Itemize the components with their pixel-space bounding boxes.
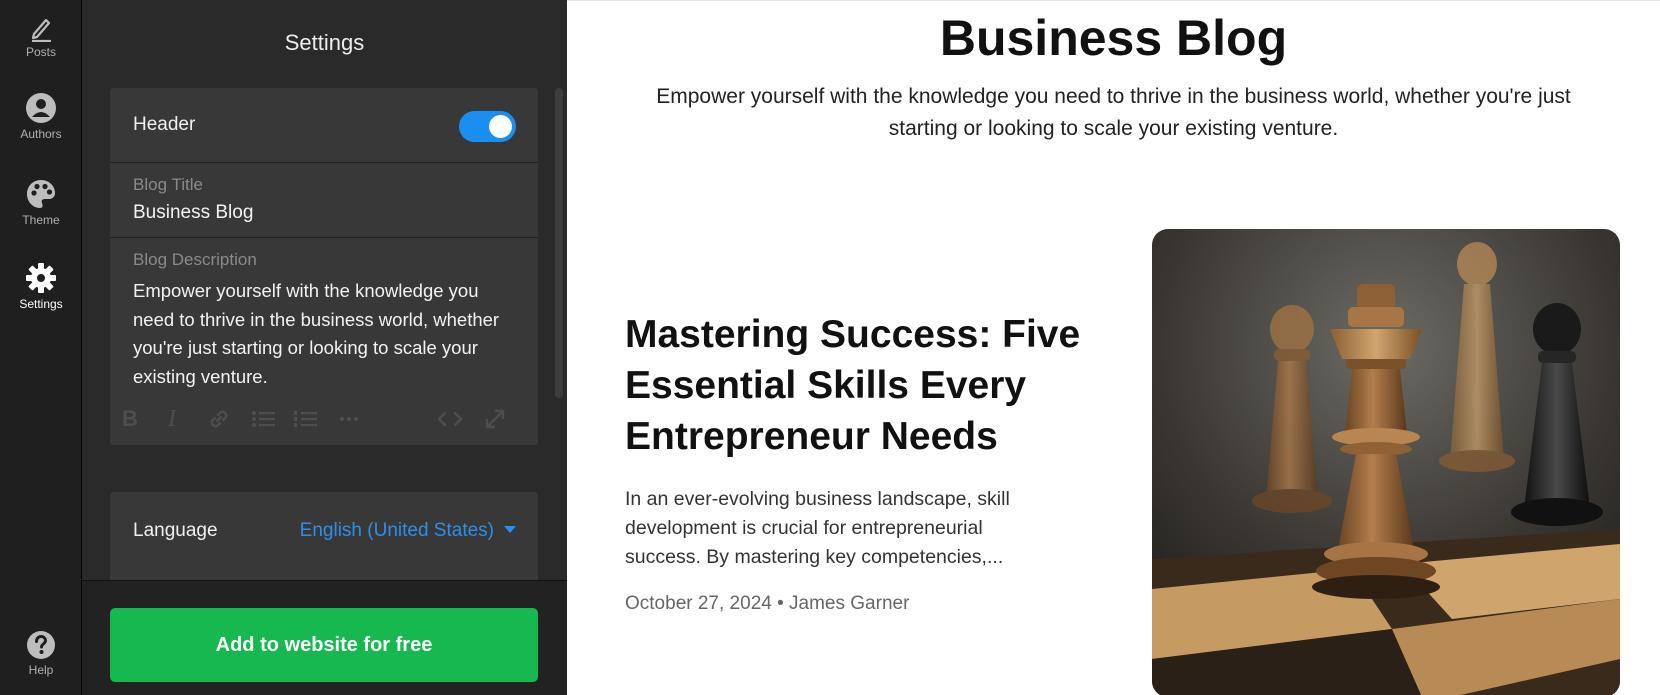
blog-description-field[interactable]: Blog Description Empower yourself with t… <box>110 238 538 445</box>
italic-icon[interactable]: I <box>168 404 176 434</box>
header-label: Header <box>133 114 196 135</box>
more-icon[interactable] <box>334 404 364 443</box>
blog-title-input[interactable]: Business Blog <box>133 202 253 224</box>
code-icon[interactable] <box>434 404 466 443</box>
sidebar-item-label: Settings <box>19 297 63 311</box>
sidebar-item-theme[interactable]: Theme <box>0 178 82 227</box>
sidebar-item-help[interactable]: Help <box>0 630 82 677</box>
post-excerpt: In an ever-evolving business landscape, … <box>625 488 1010 568</box>
language-select[interactable]: English (United States) <box>300 520 516 542</box>
sidebar-item-authors[interactable]: Authors <box>0 92 82 141</box>
help-icon <box>27 631 55 659</box>
blog-title: Business Blog <box>939 10 1288 66</box>
toggle-knob <box>489 115 512 138</box>
gear-icon <box>26 263 56 293</box>
expand-icon[interactable] <box>480 404 510 443</box>
blog-preview: Business Blog Empower yourself with the … <box>567 0 1660 695</box>
post-meta: October 27, 2024 • James Garner <box>625 593 910 614</box>
bulleted-list-icon[interactable] <box>248 404 278 443</box>
language-settings-card: Language English (United States) <box>110 492 538 582</box>
post-title[interactable]: Mastering Success: Five Essential Skills… <box>625 309 1095 462</box>
add-to-website-button[interactable]: Add to website for free <box>110 608 538 682</box>
sidebar-item-label: Help <box>28 663 54 677</box>
language-label: Language <box>133 520 218 541</box>
blog-description-editor[interactable]: Empower yourself with the knowledge you … <box>133 277 513 391</box>
blog-title-label: Blog Title <box>133 175 203 194</box>
language-value: English (United States) <box>299 520 494 541</box>
user-circle-icon <box>26 93 56 123</box>
panel-footer: Add to website for free <box>82 580 567 695</box>
post-image[interactable] <box>1152 229 1620 695</box>
sidebar-rail: Posts Authors Theme Settings Help <box>0 0 82 695</box>
link-icon[interactable] <box>204 404 234 443</box>
sidebar-item-posts[interactable]: Posts <box>0 14 82 59</box>
settings-panel: Settings Header Blog Title Business Blog… <box>82 0 567 695</box>
header-settings-card: Header Blog Title Business Blog Blog Des… <box>110 88 538 445</box>
blog-title-field[interactable]: Blog Title Business Blog <box>110 163 538 238</box>
palette-icon <box>27 180 55 208</box>
chevron-down-icon <box>504 526 516 533</box>
blog-description-label: Blog Description <box>133 250 257 269</box>
rich-text-toolbar: B I <box>122 404 526 434</box>
sidebar-item-label: Theme <box>22 213 60 227</box>
sidebar-item-label: Authors <box>20 127 62 141</box>
sidebar-item-settings[interactable]: Settings <box>0 262 82 311</box>
settings-scrollbar[interactable] <box>555 88 563 398</box>
panel-title: Settings <box>284 30 365 55</box>
sidebar-item-label: Posts <box>25 45 56 59</box>
header-row: Header <box>110 88 538 163</box>
bold-icon[interactable]: B <box>122 404 138 434</box>
blog-description: Empower yourself with the knowledge you … <box>656 85 1571 140</box>
chess-king-photo <box>1152 229 1620 695</box>
header-toggle[interactable] <box>459 111 516 142</box>
pen-icon <box>31 18 51 42</box>
numbered-list-icon[interactable] <box>290 404 320 443</box>
